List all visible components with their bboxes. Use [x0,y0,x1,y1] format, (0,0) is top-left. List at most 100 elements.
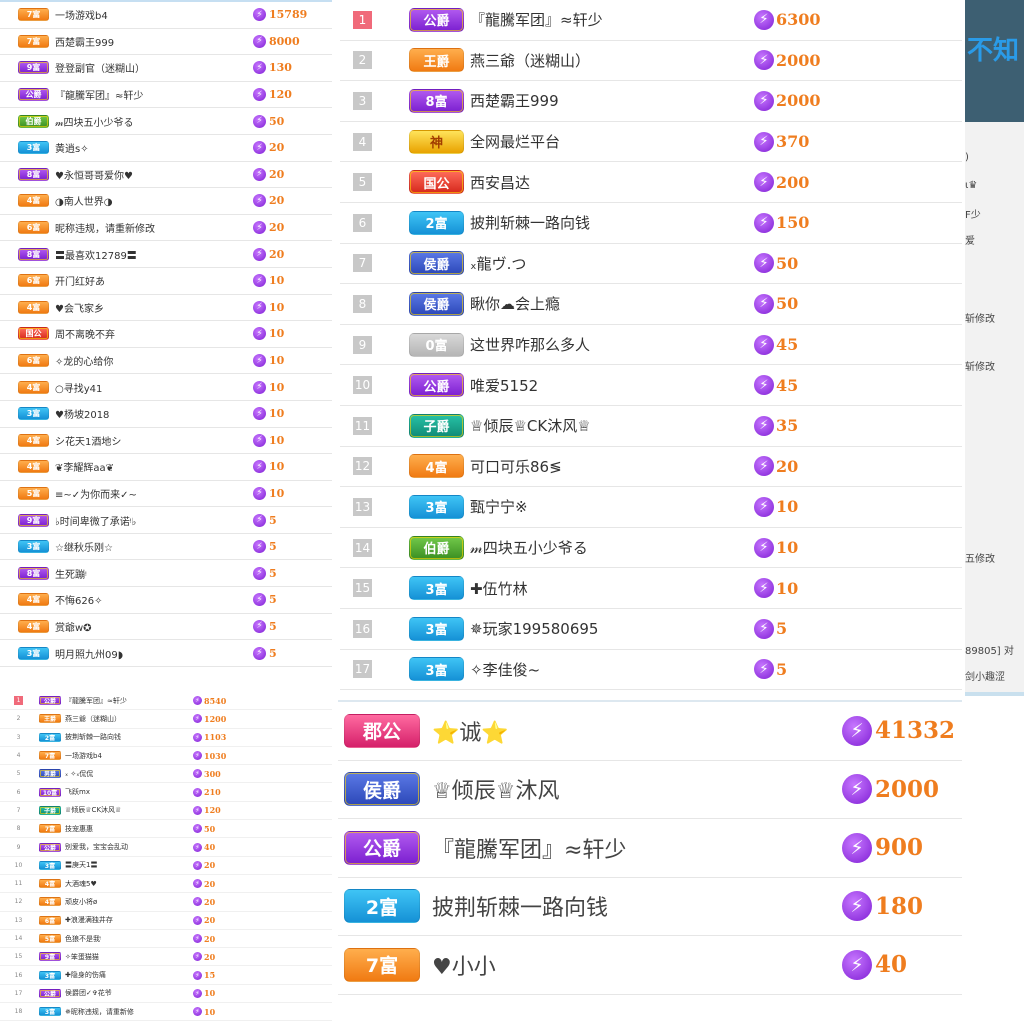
leaderboard-row: 8 侯爵 瞅你☁会上瘾 ⚡ 50 [340,284,962,325]
user-name[interactable]: 可口可乐86≶ [470,456,754,477]
user-name[interactable]: ♕倾辰♕沐风 [432,773,842,805]
leaderboard-row: 国公 周不离晚不弃 ⚡ 10 [0,321,332,348]
user-name[interactable]: 大酒魂5♥ [65,879,193,889]
leaderboard-row: 7富 一场游戏b4 ⚡ 15789 [0,2,332,29]
user-name[interactable]: 西楚霸王999 [55,34,253,49]
user-name[interactable]: ₓ ✧ₓ侃侃 [65,769,193,779]
user-name[interactable]: ✧龙的心给你 [55,353,253,368]
score-value: 50 [776,294,799,314]
user-name[interactable]: 『龍騰军团』≈轩少 [470,9,754,30]
user-name[interactable]: シ花天1酒地シ [55,433,253,448]
user-name[interactable]: 技宠惠惠 [65,824,193,834]
user-name[interactable]: ❦李耀辉aa❦ [55,459,253,474]
user-name[interactable]: 明月照九州09◗ [55,646,253,661]
user-name[interactable]: 披荆斩棘一路向钱 [470,212,754,233]
user-name[interactable]: 昵称违规，请重新修改 [55,220,253,235]
lightning-bolt-icon: ⚡ [253,141,266,155]
user-name[interactable]: ☆继秋乐刚☆ [55,539,253,554]
leaderboard-row: 伯爵 𝓂四块五小少爷る ⚡ 50 [0,108,332,135]
side-header: 不知 [965,0,1024,122]
user-name[interactable]: 一场游戏b4 [65,751,193,761]
user-name[interactable]: 赏爺w✪ [55,619,253,634]
user-name[interactable]: 顽皮小将ø [65,897,193,907]
user-name[interactable]: ₓ龍ヴ.つ [470,253,754,274]
user-name[interactable]: 登登副官（迷糊山） [55,60,253,75]
user-name[interactable]: ✵昵称违规，请重新修 [65,1007,193,1017]
score-value: 1200 [204,713,227,724]
score-value: 20 [204,933,216,944]
user-name[interactable]: ≡~✓为你而来✓~ [55,486,253,501]
lightning-bolt-icon: ⚡ [193,915,202,925]
user-name[interactable]: 这世界咋那么多人 [470,334,754,355]
user-name[interactable]: 不悔626✧ [55,592,253,607]
score-value: 5 [269,540,277,554]
leaderboard-row: 4富 ❦李耀辉aa❦ ⚡ 10 [0,454,332,481]
user-name[interactable]: ♕倾辰♕CK沐风♕ [65,805,193,815]
score-value: 20 [204,951,216,962]
user-name[interactable]: 开门红好あ [55,273,253,288]
level-badge: 侯爵 [409,251,464,276]
leaderboard-panel-c: 1 公爵 『龍騰军团』≈轩少 ⚡ 8540 2 王爵 燕三爺（迷糊山） ⚡ 1200 3 2富 披荆斩棘… [0,692,332,1024]
user-name[interactable]: 『龍騰军团』≈轩少 [65,696,193,706]
user-name[interactable]: 『龍騰军团』≈轩少 [55,87,253,102]
user-name[interactable]: 生死蹦ᵎ [55,566,253,581]
rank-number: 7 [353,254,372,273]
user-name[interactable]: 〓最喜欢12789〓 [55,247,253,262]
user-name[interactable]: 西安昌达 [470,172,754,193]
leaderboard-row: 2富 披荆斩棘一路向钱 ⚡ 180 [338,878,962,936]
user-name[interactable]: ✵玩家199580695 [470,618,754,639]
score-value: 8000 [269,34,300,48]
user-name[interactable]: 色狼不是我ᵎ [65,934,193,944]
user-name[interactable]: 唯爱5152 [470,375,754,396]
user-name[interactable]: ✚浪漫满独井存 [65,915,193,925]
rank-number: 13 [353,497,372,516]
user-name[interactable]: 燕三爺（迷糊山） [65,714,193,724]
user-name[interactable]: ♭时间卑微了承诺ᵎ♭ [55,513,253,528]
user-name[interactable]: ✚伍竹林 [470,578,754,599]
user-name[interactable]: 瞅你☁会上瘾 [470,293,754,314]
rank-number: 6 [353,213,372,232]
lightning-bolt-icon: ⚡ [193,879,202,889]
user-name[interactable]: 甄宁宁※ [470,496,754,517]
level-badge: 伯爵 [409,535,464,560]
score-value: 5 [269,593,277,607]
user-name[interactable]: ✚隐身的伤痛 [65,970,193,980]
user-name[interactable]: ♥杨坡2018 [55,406,253,421]
user-name[interactable]: 披荆斩棘一路向钱 [65,732,193,742]
level-badge: 3富 [18,646,49,660]
level-badge: 公爵 [344,830,420,865]
user-name[interactable]: 燕三爺（迷糊山） [470,50,754,71]
user-name[interactable]: 西楚霸王999 [470,90,754,111]
leaderboard-row: 11 4富 大酒魂5♥ ⚡ 20 [0,875,332,894]
user-name[interactable]: 披荆斩棘一路向钱 [432,890,842,922]
user-name[interactable]: 别爱我，宝宝会乱动 [65,842,193,852]
user-name[interactable]: 𝓂四块五小少爷る [470,537,754,558]
user-name[interactable]: ✧李佳俊~ [470,659,754,680]
user-name[interactable]: 全网最烂平台 [470,131,754,152]
user-name[interactable]: 『龍騰军团』≈轩少 [432,832,842,864]
user-name[interactable]: 黄逍s✧ [55,140,253,155]
user-name[interactable]: ◑南人世界◑ [55,193,253,208]
lightning-bolt-icon: ⚡ [253,433,266,447]
user-name[interactable]: ○寻找y41 [55,380,253,395]
leaderboard-row: 3富 明月照九州09◗ ⚡ 5 [0,640,332,667]
user-name[interactable]: ♥小小 [432,949,842,981]
leaderboard-row: 16 3富 ✚隐身的伤痛 ⚡ 15 [0,966,332,985]
user-name[interactable]: ♥永恒哥哥爱你♥ [55,167,253,182]
user-name[interactable]: ⭐诚⭐ [432,715,842,747]
rank-number: 3 [353,91,372,110]
lightning-bolt-icon: ⚡ [253,566,266,580]
user-name[interactable]: 飞跃mx [65,787,193,797]
user-name[interactable]: 一场游戏b4 [55,7,253,22]
score-value: 20 [269,141,285,155]
leaderboard-row: 3 8富 西楚霸王999 ⚡ 2000 [340,81,962,122]
user-name[interactable]: 周不离晚不弃 [55,326,253,341]
user-name[interactable]: ✧笨蛋猫猫 [65,952,193,962]
user-name[interactable]: ♥会飞家乡 [55,300,253,315]
user-name[interactable]: 𝓂四块五小少爷る [55,114,253,129]
user-name[interactable]: ♕倾辰♕CK沐风♕ [470,415,754,436]
leaderboard-row: 4富 ○寻找y41 ⚡ 10 [0,374,332,401]
leaderboard-row: 5 男爵 ₓ ✧ₓ侃侃 ⚡ 300 [0,765,332,784]
user-name[interactable]: 侯爵团✓✞花爷 [65,988,193,998]
user-name[interactable]: 〓庚天1〓 [65,860,193,870]
